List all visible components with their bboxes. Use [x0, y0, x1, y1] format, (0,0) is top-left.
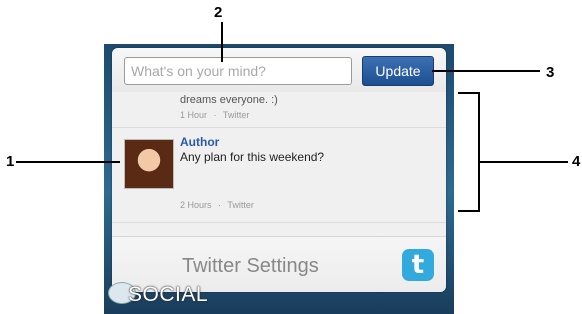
callout-bracket-bottom: [458, 210, 480, 212]
callout-line-1: [16, 161, 120, 163]
social-widget: Update dreams everyone. :) 1 Hour · Twit…: [112, 48, 446, 292]
status-input[interactable]: [124, 57, 352, 85]
callout-line-4: [478, 161, 568, 163]
twitter-settings-link[interactable]: Twitter Settings: [182, 255, 319, 278]
feed-item-time: 1 Hour: [180, 110, 208, 120]
status-bar: Update: [112, 48, 446, 92]
feed-item-meta: 2 Hours · Twitter: [180, 200, 254, 210]
callout-4: 4: [572, 153, 581, 170]
feed-item-source: Twitter: [222, 110, 250, 120]
meta-separator: ·: [213, 110, 217, 120]
twitter-icon[interactable]: t: [402, 249, 434, 281]
callout-2: 2: [214, 4, 223, 21]
callout-line-3: [432, 70, 540, 72]
feed-item-source: Twitter: [227, 200, 254, 210]
callout-bracket-top: [458, 92, 480, 94]
feed-item-text: dreams everyone. :): [180, 94, 278, 106]
divider: [112, 222, 446, 223]
update-button[interactable]: Update: [362, 56, 434, 86]
callout-line-2: [221, 22, 223, 62]
author-name[interactable]: Author: [180, 135, 219, 149]
feed-item-text: Any plan for this weekend?: [180, 150, 325, 164]
feed-list[interactable]: dreams everyone. :) 1 Hour · Twitter Aut…: [112, 92, 446, 236]
callout-3: 3: [546, 64, 555, 81]
meta-separator: ·: [218, 200, 222, 210]
avatar[interactable]: [124, 139, 174, 189]
divider: [112, 127, 446, 128]
callout-1: 1: [6, 153, 15, 170]
social-label: SOCIAL: [128, 283, 209, 306]
callout-bracket: [478, 92, 480, 212]
feed-item-time: 2 Hours: [180, 200, 212, 210]
feed-item-meta: 1 Hour · Twitter: [180, 110, 249, 120]
